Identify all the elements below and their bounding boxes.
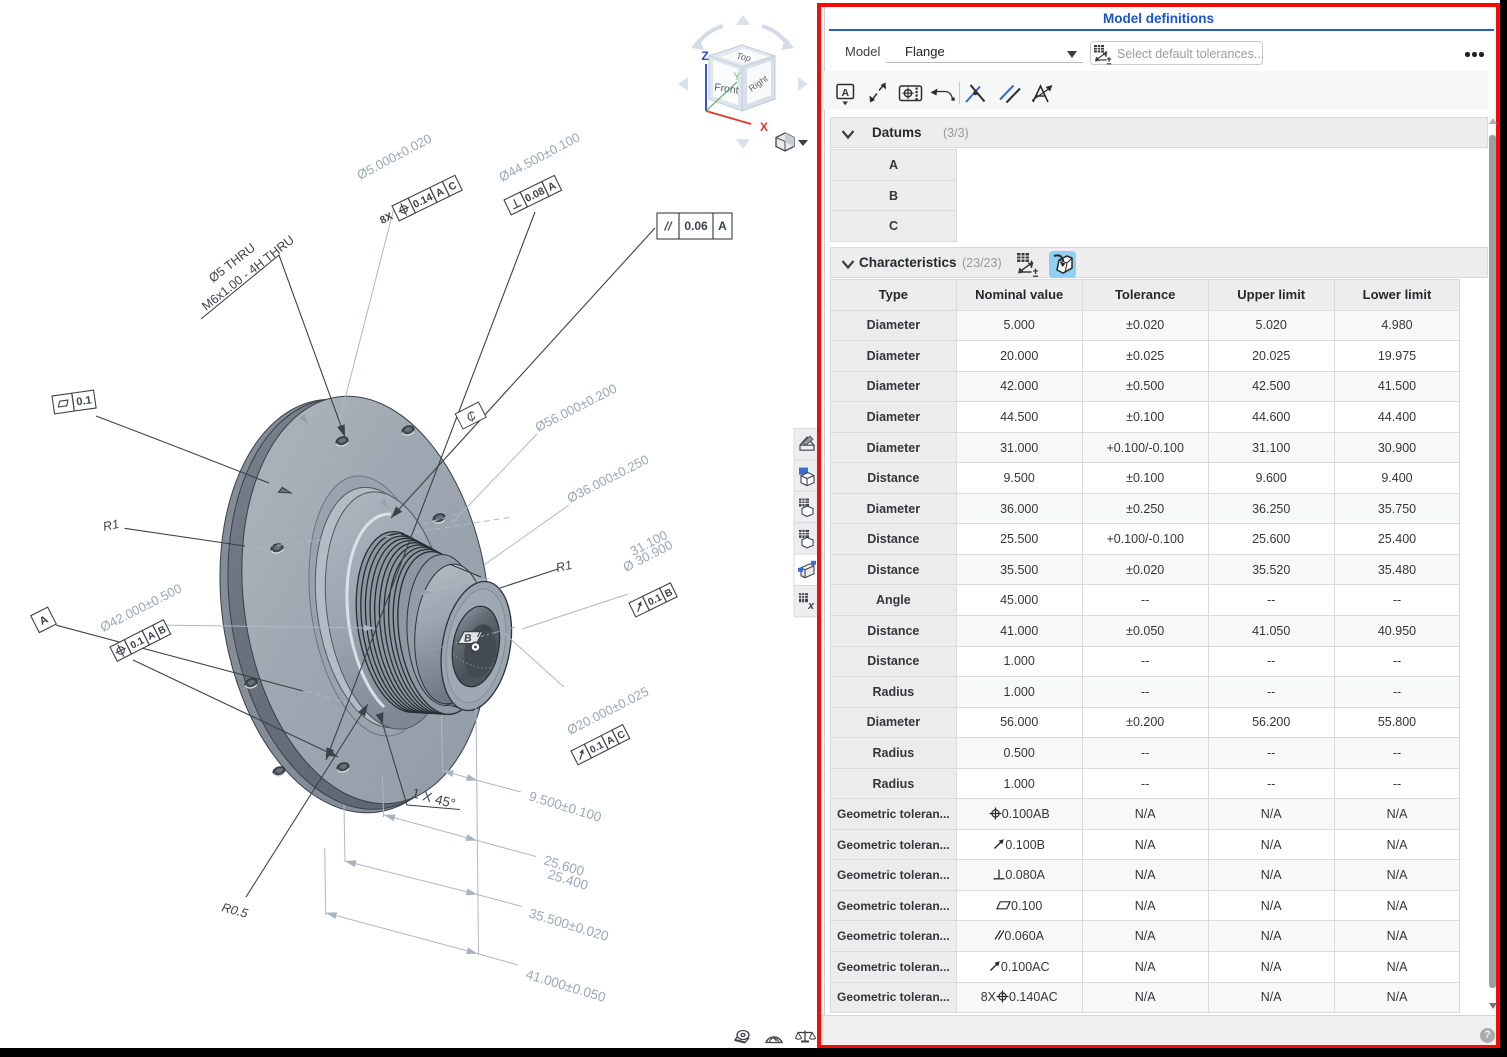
svg-text:A: A [842,87,850,99]
svg-text:9.500±0.100: 9.500±0.100 [527,789,603,825]
svg-text:Y: Y [733,71,741,83]
svg-text:41.000±0.050: 41.000±0.050 [524,967,607,1005]
svg-text:Ø5.000±0.020: Ø5.000±0.020 [354,131,434,183]
svg-text:35.500±0.020: 35.500±0.020 [527,906,610,944]
svg-text:R1: R1 [102,517,121,534]
svg-text:B: B [464,632,473,645]
svg-text:A: A [718,219,727,233]
svg-text:R1: R1 [555,558,574,575]
svg-text:R0.5: R0.5 [220,900,249,920]
svg-text:Z: Z [701,49,708,63]
svg-text:x: x [807,600,815,612]
svg-text:Ø56.000±0.200: Ø56.000±0.200 [533,381,620,435]
svg-text:X: X [760,120,768,134]
svg-text:Ø44.500±0.100: Ø44.500±0.100 [496,129,582,184]
svg-text:Ø42.000±0.500: Ø42.000±0.500 [98,581,185,635]
svg-text:0.1: 0.1 [76,394,93,408]
svg-text:Ø20.000±0.025: Ø20.000±0.025 [565,684,652,738]
svg-text:0.06: 0.06 [684,219,708,233]
svg-text:Ø36.000±0.250: Ø36.000±0.250 [565,452,652,506]
